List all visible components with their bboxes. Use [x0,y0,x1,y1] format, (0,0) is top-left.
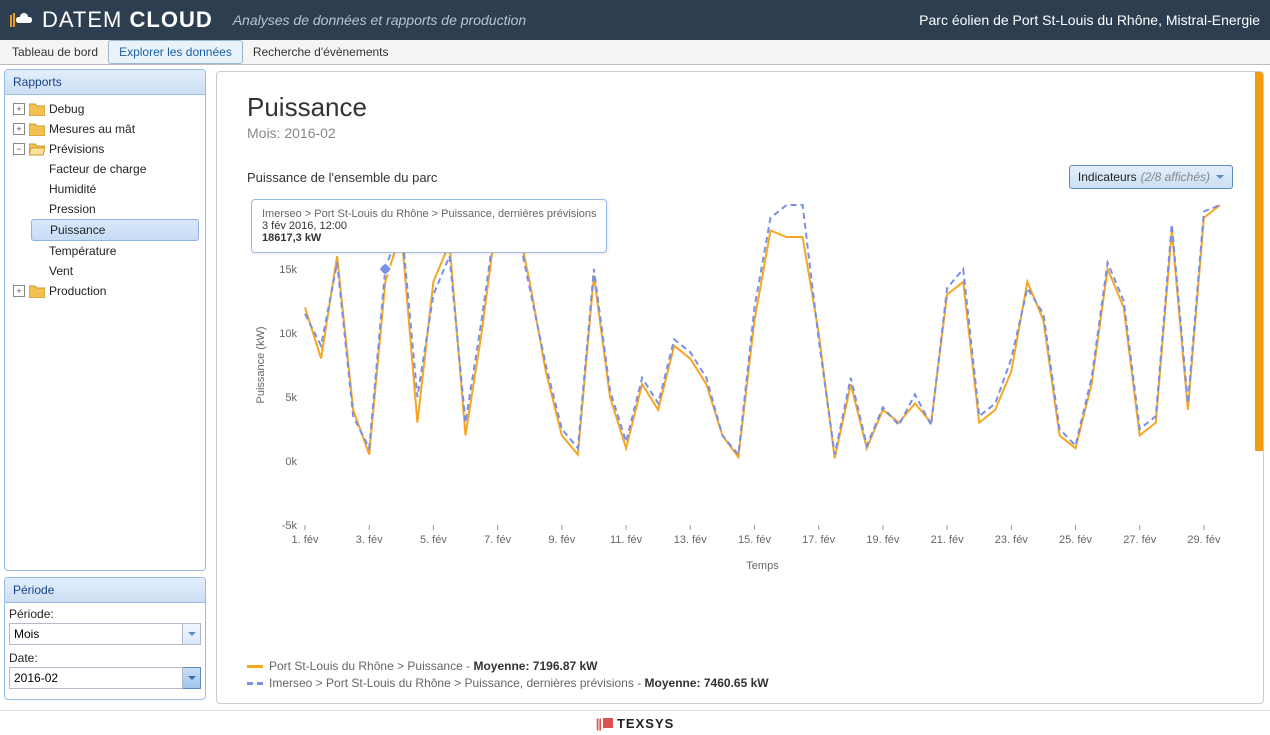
app-title: DATEM CLOUD [42,7,213,33]
svg-text:Temps: Temps [746,560,779,572]
tree-label: Mesures au mât [49,122,135,136]
tree-item-temperature[interactable]: Température [29,241,201,261]
tree-label: Humidité [49,182,96,196]
svg-text:5k: 5k [285,392,297,404]
svg-text:7. fév: 7. fév [484,534,511,546]
period-combo[interactable] [9,623,201,645]
app-subtitle: Analyses de données et rapports de produ… [233,12,919,28]
chart-subtitle: Mois: 2016-02 [247,125,1233,141]
tree-folder-production[interactable]: + Production [9,281,201,301]
tree-folder-debug[interactable]: + Debug [9,99,201,119]
park-name: Parc éolien de Port St-Louis du Rhône, M… [919,12,1260,28]
tree-folder-previsions[interactable]: − Prévisions [9,139,201,159]
tree-label: Production [49,284,106,298]
chart-section-label: Puissance de l'ensemble du parc [247,170,437,185]
period-label: Période: [9,607,201,621]
tree-item-vent[interactable]: Vent [29,261,201,281]
indicators-button[interactable]: Indicateurs (2/8 affichés) [1069,165,1233,189]
svg-text:11. fév: 11. fév [610,534,643,546]
folder-open-icon [29,142,45,156]
chevron-down-icon[interactable] [183,667,201,689]
legend-swatch-dashed-icon [247,682,263,685]
folder-icon [29,122,45,136]
period-panel-header: Période [5,578,205,603]
date-combo[interactable] [9,667,201,689]
chart-legend: Port St-Louis du Rhône > Puissance - Moy… [247,659,1233,693]
tooltip-series: Imerseo > Port St-Louis du Rhône > Puiss… [262,208,596,220]
svg-text:9. fév: 9. fév [548,534,575,546]
period-input[interactable] [9,623,183,645]
tab-search-events[interactable]: Recherche d'évènements [243,41,399,63]
content-area: Puissance Mois: 2016-02 Puissance de l'e… [210,65,1270,710]
folder-icon [29,102,45,116]
tooltip-time: 3 fév 2016, 12:00 [262,220,596,232]
tree-label: Prévisions [49,142,104,156]
legend-swatch-solid-icon [247,665,263,668]
plus-icon[interactable]: + [13,285,25,297]
tab-explore-data[interactable]: Explorer les données [108,40,243,64]
tree-label: Pression [49,202,96,216]
date-input[interactable] [9,667,183,689]
reports-panel-header: Rapports [5,70,205,95]
svg-text:3. fév: 3. fév [356,534,383,546]
chevron-down-icon[interactable] [183,623,201,645]
plus-icon[interactable]: + [13,123,25,135]
tooltip-value: 18617,3 kW [262,232,596,244]
svg-text:13. fév: 13. fév [674,534,708,546]
svg-text:23. fév: 23. fév [995,534,1029,546]
svg-text:-5k: -5k [282,520,298,532]
chart-panel: Puissance Mois: 2016-02 Puissance de l'e… [216,71,1264,704]
chevron-down-icon [1216,173,1224,181]
cloud-bars-icon [10,11,34,29]
svg-text:21. fév: 21. fév [931,534,965,546]
tree-label: Debug [49,102,84,116]
brand-box-icon [603,718,613,728]
reports-panel: Rapports + Debug + Mesures au mât − Prév… [4,69,206,571]
svg-text:15. fév: 15. fév [738,534,772,546]
tree-item-humidite[interactable]: Humidité [29,179,201,199]
app-header: DATEM CLOUD Analyses de données et rappo… [0,0,1270,40]
svg-text:10k: 10k [279,328,297,340]
reports-tree: + Debug + Mesures au mât − Prévisions [5,95,205,570]
minus-icon[interactable]: − [13,143,25,155]
tree-item-pression[interactable]: Pression [29,199,201,219]
tree-item-facteur[interactable]: Facteur de charge [29,159,201,179]
tree-folder-mesures[interactable]: + Mesures au mât [9,119,201,139]
tree-item-puissance[interactable]: Puissance [31,219,199,241]
legend-item-actual[interactable]: Port St-Louis du Rhône > Puissance - Moy… [247,659,1233,673]
sidebar: Rapports + Debug + Mesures au mât − Prév… [0,65,210,710]
tree-label: Facteur de charge [49,162,146,176]
svg-text:Puissance (kW): Puissance (kW) [255,326,267,403]
svg-text:5. fév: 5. fév [420,534,447,546]
plus-icon[interactable]: + [13,103,25,115]
svg-text:15k: 15k [279,264,297,276]
period-panel: Période Période: Date: [4,577,206,700]
tree-label: Vent [49,264,73,278]
chart-tooltip: Imerseo > Port St-Louis du Rhône > Puiss… [251,199,607,253]
main-tabs: Tableau de bord Explorer les données Rec… [0,40,1270,65]
scroll-indicator[interactable] [1255,72,1263,451]
svg-text:29. fév: 29. fév [1187,534,1221,546]
tab-dashboard[interactable]: Tableau de bord [2,41,108,63]
brand-bars-icon: || [596,716,601,731]
svg-text:27. fév: 27. fév [1123,534,1157,546]
date-label: Date: [9,651,201,665]
plot-area[interactable]: Imerseo > Port St-Louis du Rhône > Puiss… [247,195,1233,647]
svg-text:19. fév: 19. fév [866,534,900,546]
chart-title: Puissance [247,92,1233,123]
legend-item-forecast[interactable]: Imerseo > Port St-Louis du Rhône > Puiss… [247,676,1233,690]
footer-brand: TEXSYS [617,716,674,731]
main-area: Rapports + Debug + Mesures au mât − Prév… [0,65,1270,710]
svg-text:25. fév: 25. fév [1059,534,1093,546]
svg-text:17. fév: 17. fév [802,534,836,546]
tree-label: Température [49,244,116,258]
footer: || TEXSYS [0,710,1270,735]
svg-text:1. fév: 1. fév [292,534,319,546]
svg-text:0k: 0k [285,456,297,468]
tree-label: Puissance [50,223,105,237]
folder-icon [29,284,45,298]
